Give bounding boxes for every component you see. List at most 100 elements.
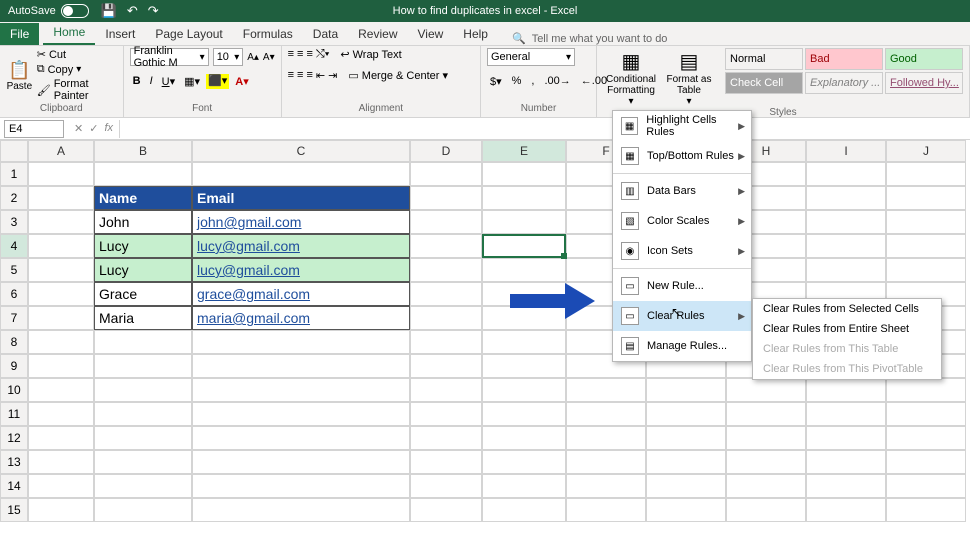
font-color-button[interactable]: A▾: [232, 74, 251, 89]
cell[interactable]: [482, 234, 566, 258]
tab-file[interactable]: File: [0, 23, 39, 45]
cell[interactable]: [28, 210, 94, 234]
cell[interactable]: [886, 234, 966, 258]
cancel-formula-icon[interactable]: ✕: [74, 122, 83, 135]
cell[interactable]: [482, 498, 566, 522]
autosave-toggle[interactable]: AutoSave: [8, 4, 89, 18]
cell[interactable]: lucy@gmail.com: [192, 234, 410, 258]
cell[interactable]: [410, 402, 482, 426]
cell[interactable]: [192, 450, 410, 474]
cell[interactable]: [410, 306, 482, 330]
border-button[interactable]: ▦▾: [181, 74, 203, 89]
copy-button[interactable]: ⧉Copy▾: [37, 63, 117, 76]
cell[interactable]: [28, 162, 94, 186]
cell[interactable]: [410, 378, 482, 402]
cell[interactable]: Grace: [94, 282, 192, 306]
align-center-icon[interactable]: ≡: [297, 69, 303, 82]
cell[interactable]: [192, 498, 410, 522]
cell[interactable]: [482, 162, 566, 186]
cell[interactable]: [726, 474, 806, 498]
cell[interactable]: [726, 498, 806, 522]
tab-home[interactable]: Home: [43, 21, 95, 45]
cf-clear-rules[interactable]: ▭Clear Rules▶↖: [613, 301, 751, 331]
cell[interactable]: [806, 162, 886, 186]
email-link[interactable]: grace@gmail.com: [197, 286, 310, 302]
align-top-icon[interactable]: ≡: [288, 48, 294, 61]
cell[interactable]: [482, 210, 566, 234]
cell[interactable]: grace@gmail.com: [192, 282, 410, 306]
cell[interactable]: lucy@gmail.com: [192, 258, 410, 282]
cell[interactable]: [482, 258, 566, 282]
row-header[interactable]: 13: [0, 450, 28, 474]
formula-input[interactable]: [119, 120, 970, 138]
cell[interactable]: [94, 498, 192, 522]
cell[interactable]: [886, 426, 966, 450]
wrap-text-button[interactable]: ↩ Wrap Text: [340, 48, 401, 61]
cell[interactable]: [646, 402, 726, 426]
cell[interactable]: [646, 378, 726, 402]
align-left-icon[interactable]: ≡: [288, 69, 294, 82]
cell[interactable]: [94, 354, 192, 378]
conditional-formatting-button[interactable]: ▦ Conditional Formatting▾: [603, 48, 659, 107]
row-header[interactable]: 14: [0, 474, 28, 498]
cell[interactable]: [410, 282, 482, 306]
row-header[interactable]: 12: [0, 426, 28, 450]
cell[interactable]: Lucy: [94, 234, 192, 258]
cell[interactable]: [646, 450, 726, 474]
cell[interactable]: Email: [192, 186, 410, 210]
cell[interactable]: Name: [94, 186, 192, 210]
italic-button[interactable]: I: [147, 74, 156, 89]
cf-top-bottom-rules[interactable]: ▦Top/Bottom Rules▶: [613, 141, 751, 171]
fx-icon[interactable]: fx: [104, 122, 113, 135]
col-header-D[interactable]: D: [410, 140, 482, 162]
cell[interactable]: [726, 378, 806, 402]
style-followed-hyperlink[interactable]: Followed Hy...: [885, 72, 963, 94]
cell[interactable]: [410, 162, 482, 186]
cell[interactable]: [28, 402, 94, 426]
cell[interactable]: [28, 450, 94, 474]
cell[interactable]: [806, 474, 886, 498]
row-header[interactable]: 2: [0, 186, 28, 210]
cell[interactable]: [410, 210, 482, 234]
cell[interactable]: [28, 306, 94, 330]
format-painter-button[interactable]: 🖌Format Painter: [37, 78, 117, 102]
cell[interactable]: [482, 474, 566, 498]
cell[interactable]: [482, 330, 566, 354]
cell[interactable]: Maria: [94, 306, 192, 330]
bold-button[interactable]: B: [130, 74, 144, 89]
cell[interactable]: [806, 234, 886, 258]
cell[interactable]: [28, 426, 94, 450]
cell[interactable]: [886, 498, 966, 522]
cell[interactable]: [886, 474, 966, 498]
tab-help[interactable]: Help: [453, 23, 498, 45]
cell[interactable]: [566, 402, 646, 426]
font-name-select[interactable]: Franklin Gothic M▾: [130, 48, 209, 66]
cell[interactable]: maria@gmail.com: [192, 306, 410, 330]
style-explanatory[interactable]: Explanatory ...: [805, 72, 883, 94]
cell[interactable]: Lucy: [94, 258, 192, 282]
cell[interactable]: [726, 450, 806, 474]
align-bottom-icon[interactable]: ≡: [306, 48, 312, 61]
cf-color-scales[interactable]: ▧Color Scales▶: [613, 206, 751, 236]
percent-button[interactable]: %: [509, 74, 525, 89]
cell[interactable]: [806, 450, 886, 474]
redo-icon[interactable]: ↷: [148, 3, 159, 19]
cell[interactable]: [192, 378, 410, 402]
fill-color-button[interactable]: ⬛▾: [206, 74, 229, 89]
col-header-I[interactable]: I: [806, 140, 886, 162]
font-size-select[interactable]: 10▾: [213, 48, 244, 66]
tab-view[interactable]: View: [408, 23, 454, 45]
row-header[interactable]: 1: [0, 162, 28, 186]
tab-data[interactable]: Data: [303, 23, 348, 45]
merge-center-button[interactable]: ▭ Merge & Center ▾: [348, 69, 448, 82]
clear-rules-sheet[interactable]: Clear Rules from Entire Sheet: [753, 319, 941, 339]
cell-styles-gallery[interactable]: Normal Bad Good Check Cell Explanatory .…: [725, 48, 963, 107]
cell[interactable]: [806, 210, 886, 234]
cell[interactable]: [192, 474, 410, 498]
cell[interactable]: [94, 330, 192, 354]
col-header-B[interactable]: B: [94, 140, 192, 162]
cell[interactable]: [410, 186, 482, 210]
cell[interactable]: [886, 210, 966, 234]
tab-page-layout[interactable]: Page Layout: [145, 23, 232, 45]
row-header[interactable]: 9: [0, 354, 28, 378]
